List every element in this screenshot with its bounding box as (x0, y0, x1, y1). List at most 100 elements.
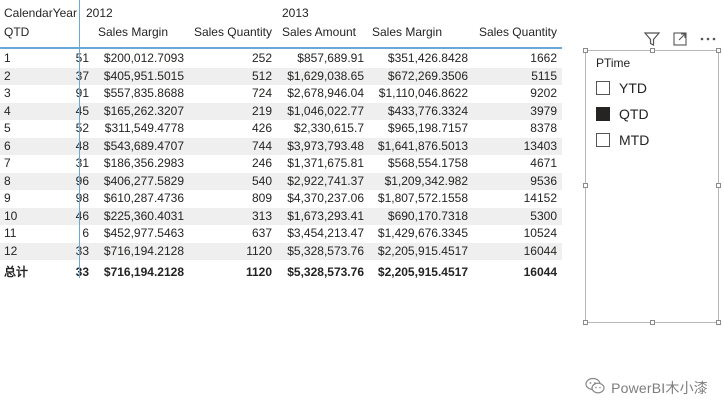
table-row[interactable]: 6 48 $543,689.4707 744 $3,973,793.48 $1,641,8… (0, 137, 562, 156)
cell-sales-quantity-2012: 1120 (246, 243, 272, 258)
cell-sales-margin-2013: $690,170.7318 (387, 208, 468, 223)
cell-sales-margin-2013: $1,429,676.3345 (377, 226, 468, 240)
resize-handle-bottom-left[interactable] (583, 320, 588, 325)
cell-sales-margin-2013: $1,110,046.8622 (378, 86, 468, 100)
table-row[interactable]: 8 96 $406,277.5829 540 $2,922,741.37 $1,209,3… (0, 172, 562, 191)
slicer-item-label: YTD (619, 80, 647, 96)
filter-icon[interactable] (643, 30, 661, 48)
cell-sales-quantity-2013: 14152 (523, 191, 557, 205)
cell-sales-margin-2013: $568,554.1758 (387, 156, 468, 170)
row-label-qtd[interactable]: 2 (4, 68, 74, 86)
resize-handle-bottom-right[interactable] (716, 320, 721, 325)
cell-sales-quantity-2013: 9202 (530, 86, 557, 100)
table-row[interactable]: 4 45 $165,262.3207 219 $1,046,022.77 $433,776… (0, 102, 562, 121)
more-options-icon[interactable] (699, 30, 717, 48)
table-row[interactable]: 12 33 $716,194.2128 1120 $5,328,573.76 $2,205… (0, 242, 562, 261)
matrix-body: 1 51 $200,012.7093 252 $857,689.91 $351,426.8… (0, 50, 562, 282)
checkbox-mtd[interactable] (596, 133, 610, 147)
row-label-qtd[interactable]: 7 (4, 155, 74, 173)
cell-sales-amount-2013: $2,678,946.04 (287, 86, 364, 100)
focus-mode-icon[interactable] (671, 30, 689, 48)
cell-sales-quantity-2012: 219 (251, 103, 272, 118)
row-label-qtd[interactable]: 8 (4, 173, 74, 191)
column-header-sales-margin-2013[interactable]: Sales Margin (368, 25, 442, 39)
table-row[interactable]: 5 52 $311,549.4778 426 $2,330,615.7 $965,198.… (0, 120, 562, 138)
row-label-qtd[interactable]: 3 (4, 85, 74, 103)
column-header-sales-margin-2012[interactable]: Sales Margin (90, 25, 168, 39)
truncated-cell: 33 (75, 265, 89, 279)
cell-sales-quantity-2012: 426 (251, 121, 272, 135)
cell-sales-quantity-2012: 1120 (245, 265, 272, 279)
slicer-title: PTime (596, 56, 631, 70)
row-label-qtd[interactable]: 9 (4, 190, 74, 208)
resize-handle-top[interactable] (650, 48, 655, 53)
cell-sales-margin-2013: $965,198.7157 (387, 121, 468, 135)
truncated-cell: 52 (75, 121, 89, 135)
matrix-visual[interactable]: CalendarYear 2012 2013 QTD Sales Margin … (0, 0, 565, 300)
row-field-label[interactable]: QTD (4, 25, 29, 39)
cell-sales-amount-2013: $3,454,213.47 (287, 226, 364, 240)
table-row[interactable]: 11 6 $452,977.5463 637 $3,454,213.47 $1,429,6… (0, 225, 562, 243)
slicer-item-ytd[interactable]: YTD (596, 78, 647, 98)
cell-sales-quantity-2013: 5115 (531, 68, 557, 83)
cell-sales-amount-2013: $5,328,573.76 (287, 243, 364, 258)
watermark: PowerBI木小漆 (585, 377, 708, 398)
cell-sales-amount-2013: $2,330,615.7 (293, 121, 364, 135)
cell-sales-quantity-2012: 744 (251, 138, 272, 153)
row-header-label[interactable]: CalendarYear (4, 6, 77, 20)
cell-sales-margin-2013: $1,209,342.982 (384, 173, 468, 188)
cell-sales-quantity-2012: 512 (251, 68, 272, 83)
cell-sales-margin-2012: $311,549.4778 (104, 121, 184, 135)
resize-handle-top-right[interactable] (716, 48, 721, 53)
row-label-qtd[interactable]: 总计 (4, 262, 74, 282)
cell-sales-quantity-2012: 540 (251, 173, 272, 188)
truncated-cell: 33 (75, 243, 89, 258)
resize-handle-right[interactable] (716, 183, 721, 188)
cell-sales-quantity-2013: 3979 (530, 103, 557, 118)
resize-handle-left[interactable] (583, 183, 588, 188)
row-label-qtd[interactable]: 11 (4, 225, 74, 243)
table-row[interactable]: 1 51 $200,012.7093 252 $857,689.91 $351,426.8… (0, 50, 562, 68)
table-row[interactable]: 10 46 $225,360.4031 313 $1,673,293.41 $690,17… (0, 207, 562, 226)
checkbox-ytd[interactable] (596, 81, 610, 95)
row-label-qtd[interactable]: 10 (4, 208, 74, 226)
row-label-qtd[interactable]: 5 (4, 120, 74, 138)
cell-sales-amount-2013: $1,629,038.65 (287, 68, 364, 83)
cell-sales-margin-2012: $557,835.8688 (103, 86, 184, 100)
table-row[interactable]: 2 37 $405,951.5015 512 $1,629,038.65 $672,269… (0, 67, 562, 86)
row-label-qtd[interactable]: 4 (4, 103, 74, 121)
slicer-item-qtd[interactable]: QTD (596, 104, 649, 124)
table-row[interactable]: 9 98 $610,287.4736 809 $4,370,237.06 $1,807,5… (0, 190, 562, 208)
table-row[interactable]: 3 91 $557,835.8688 724 $2,678,946.04 $1,110,0… (0, 85, 562, 103)
cell-sales-margin-2013: $433,776.3324 (387, 103, 468, 118)
year-header-2012[interactable]: 2012 (86, 6, 113, 20)
cell-sales-amount-2013: $2,922,741.37 (287, 173, 364, 188)
slicer-item-mtd[interactable]: MTD (596, 130, 649, 150)
cell-sales-margin-2012: $452,977.5463 (103, 226, 184, 240)
cell-sales-quantity-2012: 313 (251, 208, 272, 223)
frozen-column-divider[interactable] (79, 0, 80, 278)
cell-sales-margin-2013: $2,205,915.4517 (377, 243, 468, 258)
truncated-cell: 37 (75, 68, 89, 83)
resize-handle-top-left[interactable] (583, 48, 588, 53)
column-header-sales-quantity-2013[interactable]: Sales Quantity (472, 25, 557, 39)
row-label-qtd[interactable]: 1 (4, 50, 74, 68)
cell-sales-margin-2012: $716,194.2128 (103, 243, 184, 258)
slicer-item-label: QTD (619, 106, 649, 122)
cell-sales-margin-2012: $543,689.4707 (103, 138, 184, 153)
cell-sales-quantity-2013: 5300 (530, 208, 557, 223)
column-header-sales-quantity-2012[interactable]: Sales Quantity (188, 25, 272, 39)
cell-sales-quantity-2013: 13403 (523, 138, 557, 153)
row-label-qtd[interactable]: 12 (4, 243, 74, 261)
row-label-qtd[interactable]: 6 (4, 138, 74, 156)
table-row[interactable]: 7 31 $186,356.2983 246 $1,371,675.81 $568,554… (0, 155, 562, 173)
checkbox-qtd[interactable] (596, 107, 610, 121)
year-header-2013[interactable]: 2013 (282, 6, 309, 20)
header-underline (0, 47, 562, 49)
total-row[interactable]: 总计 33 $716,194.2128 1120 $5,328,573.76 $2,205… (0, 262, 562, 282)
cell-sales-amount-2013: $1,673,293.41 (287, 208, 364, 223)
column-header-sales-amount-2013[interactable]: Sales Amount (276, 25, 356, 39)
slicer-item-label: MTD (619, 132, 650, 148)
cell-sales-amount-2013: $3,973,793.48 (287, 138, 364, 153)
resize-handle-bottom[interactable] (650, 320, 655, 325)
